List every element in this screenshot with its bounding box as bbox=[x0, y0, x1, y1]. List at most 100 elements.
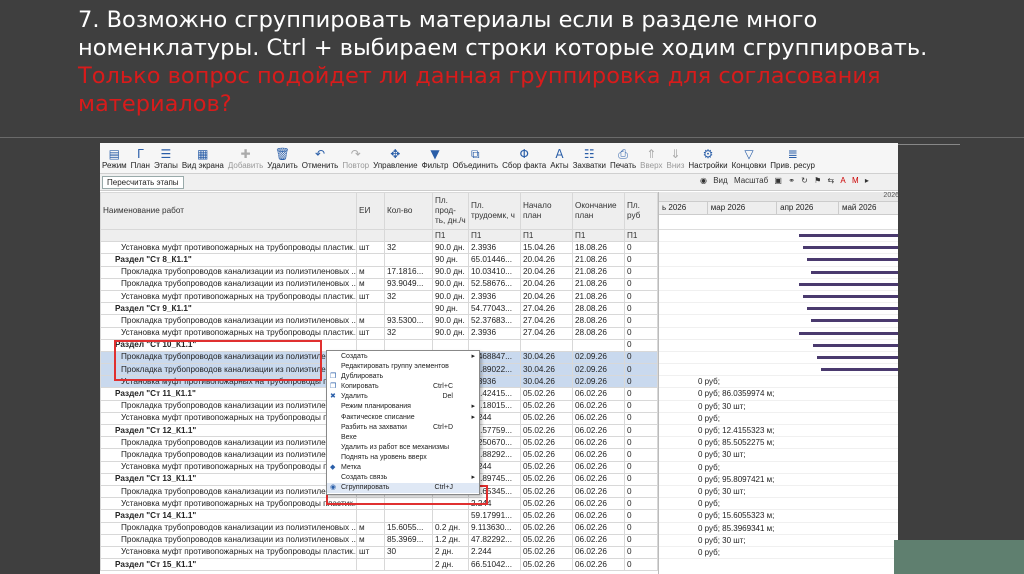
table-cell: м bbox=[356, 277, 385, 291]
refresh-icon[interactable]: ↻ bbox=[801, 176, 808, 185]
menu-item[interactable]: ❐ Копировать Ctrl+C bbox=[327, 382, 479, 392]
marker-icon[interactable]: M bbox=[852, 176, 859, 185]
column-header[interactable]: Пл. прод-ть, дн./ч bbox=[432, 192, 469, 230]
gantt-bar[interactable] bbox=[803, 246, 898, 250]
column-header[interactable]: Кол-во bbox=[384, 192, 433, 230]
title-line-2: номенклатуры. Ctrl + выбираем строки кот… bbox=[78, 35, 928, 61]
gantt-bar[interactable] bbox=[799, 282, 898, 286]
toolbar-label: Вниз bbox=[666, 161, 685, 170]
recalc-stages-button[interactable]: Пересчитать этапы bbox=[102, 176, 184, 189]
table-row[interactable]: Прокладка трубопроводов канализации из п… bbox=[100, 314, 658, 328]
table-row[interactable]: Установка муфт противопожарных на трубоп… bbox=[100, 326, 658, 340]
manage-button[interactable]: ✥ Управление bbox=[371, 143, 419, 171]
menu-item[interactable]: Создать ▸ bbox=[327, 352, 479, 362]
gantt-bar[interactable] bbox=[817, 355, 898, 359]
filter-button[interactable]: ▼ Фильтр bbox=[420, 143, 451, 171]
menu-item[interactable]: Редактировать группу элементов bbox=[327, 362, 479, 372]
add-button[interactable]: ✚ Добавить bbox=[226, 143, 265, 171]
table-row[interactable]: Установка муфт противопожарных на трубоп… bbox=[100, 241, 658, 255]
section-row[interactable]: Раздел "Ст 9_К1.1" 90 дн. 54.77043... 27.04… bbox=[100, 302, 658, 316]
table-cell bbox=[384, 509, 433, 523]
table-row[interactable]: Установка муфт противопожарных на трубоп… bbox=[100, 545, 658, 560]
resources-button[interactable]: ≣ Прив. ресур bbox=[768, 143, 817, 171]
view-tools: ◉ Вид Масштаб ▣ ⚭ ↻ ⚑ ⇆ A M ▸ bbox=[700, 176, 873, 185]
menu-item[interactable]: ◆ Метка bbox=[327, 463, 479, 473]
column-header[interactable]: Окончание план bbox=[572, 192, 625, 230]
scale-label[interactable]: Масштаб bbox=[734, 176, 768, 185]
redo-button[interactable]: ↷ Повтор bbox=[340, 143, 371, 171]
gantt-bar[interactable] bbox=[799, 234, 898, 237]
column-header[interactable]: ЕИ bbox=[356, 192, 385, 230]
gantt-row-text: 0 руб; bbox=[698, 547, 720, 557]
menu-item[interactable]: Фактическое списание ▸ bbox=[327, 413, 479, 423]
screen-view-button[interactable]: ▦ Вид экрана bbox=[180, 143, 226, 171]
section-row[interactable]: Раздел "Ст 8_К1.1" 90 дн. 65.01446... 20.04… bbox=[100, 253, 658, 267]
gantt-bar[interactable] bbox=[807, 307, 898, 311]
table-cell: 0 bbox=[624, 338, 658, 352]
eye-icon[interactable]: ◉ bbox=[700, 176, 707, 185]
table-cell: Прокладка трубопроводов канализации из п… bbox=[100, 314, 357, 328]
table-cell: 05.02.26 bbox=[520, 411, 573, 426]
gantt-bar[interactable] bbox=[821, 368, 898, 372]
merge-icon: ⧉ bbox=[471, 147, 480, 161]
menu-item[interactable]: Разбить на захватки Ctrl+D bbox=[327, 423, 479, 433]
gantt-month-header: апр 2026 bbox=[777, 202, 839, 214]
table-cell: м bbox=[356, 314, 385, 328]
print-button[interactable]: ⎙ Печать bbox=[608, 143, 638, 171]
delete-button[interactable]: 🗑 Удалить bbox=[265, 143, 300, 171]
column-header[interactable]: Пл. руб bbox=[624, 192, 658, 230]
table-cell: 0 bbox=[624, 460, 658, 474]
gantt-bar[interactable] bbox=[811, 319, 898, 323]
menu-item[interactable]: ❐ Дублировать bbox=[327, 372, 479, 382]
column-header[interactable]: Пл. трудоемк, ч bbox=[468, 192, 521, 230]
stages-button[interactable]: ☰ Этапы bbox=[152, 143, 180, 171]
table-cell: шт bbox=[356, 241, 385, 255]
settings-button[interactable]: ⚙ Настройки bbox=[686, 143, 729, 171]
up-button[interactable]: ⇑ Вверх bbox=[638, 143, 664, 171]
menu-item[interactable]: Удалить из работ все механизмы bbox=[327, 443, 479, 453]
merge-button[interactable]: ⧉ Объединить bbox=[450, 143, 500, 171]
section-row[interactable]: Раздел "Ст 14_К1.1" 59.17991... 05.02.26 06… bbox=[100, 509, 658, 523]
table-row[interactable]: Прокладка трубопроводов канализации из п… bbox=[100, 277, 658, 291]
table-row[interactable]: Установка муфт противопожарных на трубоп… bbox=[100, 289, 658, 304]
collect-fact-button[interactable]: Φ Сбор факта bbox=[500, 143, 548, 171]
text-icon[interactable]: A bbox=[840, 176, 845, 185]
mode-button[interactable]: ▤ Режим bbox=[100, 143, 129, 171]
table-cell: 1.2 дн. bbox=[432, 533, 469, 547]
grips-button[interactable]: ☷ Захватки bbox=[571, 143, 608, 171]
table-row[interactable]: Прокладка трубопроводов канализации из п… bbox=[100, 521, 658, 535]
table-row[interactable]: Прокладка трубопроводов канализации из п… bbox=[100, 533, 658, 547]
gantt-bar[interactable] bbox=[799, 331, 898, 335]
table-cell: 05.02.26 bbox=[520, 448, 573, 462]
gantt-bar[interactable] bbox=[811, 270, 898, 274]
arrows-icon[interactable]: ⇆ bbox=[827, 176, 834, 185]
gantt-bar[interactable] bbox=[807, 258, 898, 262]
menu-item[interactable]: Вехе bbox=[327, 433, 479, 443]
view-label[interactable]: Вид bbox=[713, 176, 727, 185]
right-arrow-icon[interactable]: ▸ bbox=[865, 176, 869, 185]
menu-item[interactable]: ✖ Удалить Del bbox=[327, 392, 479, 402]
toolbar-label: Прив. ресур bbox=[770, 161, 815, 170]
undo-button[interactable]: ↶ Отменить bbox=[300, 143, 341, 171]
section-row[interactable]: Раздел "Ст 15_К1.1" 2 дн. 66.51042... 05.02… bbox=[100, 558, 658, 572]
table-row[interactable]: Прокладка трубопроводов канализации из п… bbox=[100, 265, 658, 279]
acts-button[interactable]: A Акты bbox=[548, 143, 570, 171]
menu-item[interactable]: ◉ Сгруппировать Ctrl+J bbox=[327, 483, 479, 494]
column-header[interactable]: Наименование работ bbox=[100, 192, 357, 230]
gantt-bar[interactable] bbox=[813, 343, 898, 347]
menu-item[interactable]: Создать связь ▸ bbox=[327, 473, 479, 483]
table-cell: 32 bbox=[384, 289, 433, 304]
toolbar: ▤ Режим Γ План ☰ Этапы ▦ Вид экрана ✚ Добавить 🗑 Уд… bbox=[100, 143, 898, 174]
menu-item[interactable]: Поднять на уровень вверх bbox=[327, 453, 479, 463]
column-header[interactable]: Начало план bbox=[520, 192, 573, 230]
toolbar-label: Управление bbox=[373, 161, 418, 170]
down-button[interactable]: ⇓ Вниз bbox=[664, 143, 686, 171]
menu-item[interactable]: Режим планирования ▸ bbox=[327, 402, 479, 412]
endings-button[interactable]: ▽ Концовки bbox=[730, 143, 769, 171]
link-icon[interactable]: ⚭ bbox=[788, 176, 795, 185]
flag-icon[interactable]: ⚑ bbox=[814, 176, 821, 185]
plan-button[interactable]: Γ План bbox=[129, 143, 152, 171]
gantt-bar[interactable] bbox=[803, 294, 898, 298]
table-cell: Прокладка трубопроводов канализации из п… bbox=[100, 521, 357, 535]
calendar-icon[interactable]: ▣ bbox=[774, 176, 782, 185]
